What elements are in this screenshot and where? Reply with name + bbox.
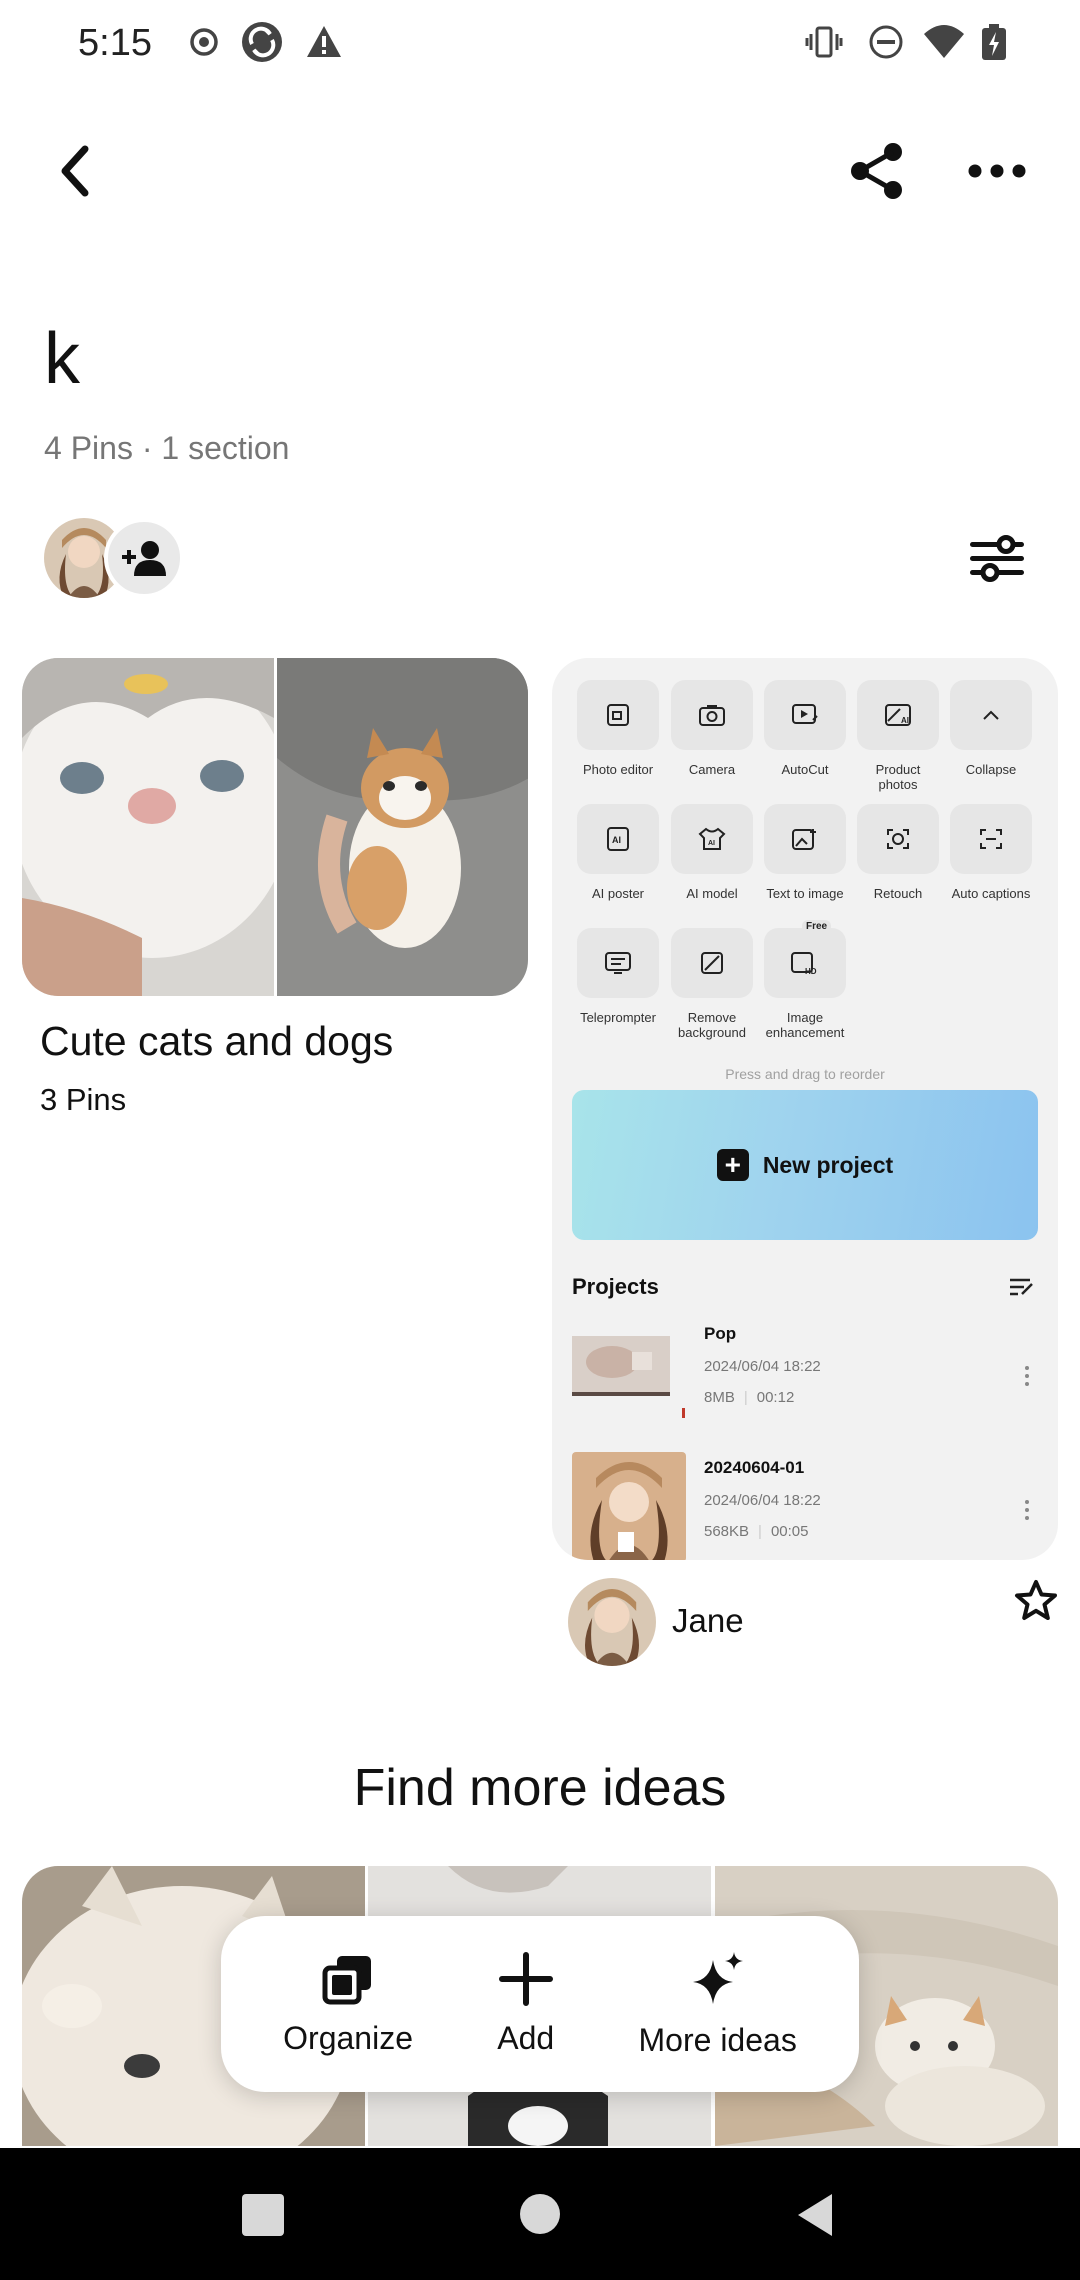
project-name: 20240604-01 (704, 1458, 805, 1477)
share-icon (851, 143, 902, 199)
reorder-hint: Press and drag to reorder (725, 1066, 885, 1082)
vibrate-icon (805, 26, 843, 58)
add-collaborator-button[interactable] (104, 518, 184, 598)
sliders-icon (970, 535, 1024, 582)
project-thumbnail (572, 1452, 686, 1560)
section-pin-count: 3 Pins (40, 1082, 127, 1117)
board-meta: 4 Pins · 1 section (44, 430, 290, 466)
cat-photo-1 (22, 658, 274, 996)
warning-icon (307, 26, 341, 57)
find-more-ideas-heading: Find more ideas (353, 1759, 727, 1817)
project-more-icon (1022, 1500, 1032, 1520)
sort-list-icon (1010, 1278, 1033, 1296)
tool-ai-model: AI AI model (670, 804, 754, 901)
chevron-up-icon (983, 710, 999, 720)
svg-text:AI: AI (708, 840, 715, 847)
sparkle-icon (692, 1951, 743, 2004)
home-button[interactable] (520, 2194, 560, 2234)
teleprompter-icon (605, 952, 631, 974)
status-bar: 5:15 (0, 0, 1080, 88)
retouch-icon (887, 829, 909, 849)
project-name: Pop (704, 1324, 737, 1343)
add-button[interactable]: Add (497, 1951, 554, 2057)
do-not-disturb-icon (869, 25, 903, 59)
tool-camera: Camera (670, 680, 754, 777)
svg-text:AI: AI (901, 716, 909, 725)
author-avatar[interactable] (568, 1578, 656, 1666)
author-name[interactable]: Jane (672, 1602, 744, 1640)
board-title: k (44, 319, 80, 399)
ai-poster-icon: AI (607, 827, 629, 851)
sync-app-icon (242, 22, 282, 62)
plus-icon: + (716, 1149, 749, 1181)
tool-text-to-image: Text to image (763, 804, 847, 901)
section-title[interactable]: Cute cats and dogs (40, 1018, 393, 1065)
camera-icon (699, 705, 725, 726)
ai-model-icon: AI (698, 827, 726, 850)
star-icon (1015, 1580, 1057, 1620)
back-nav-button[interactable] (794, 2192, 836, 2238)
record-icon (190, 28, 218, 56)
share-button[interactable] (832, 126, 922, 216)
image-enhancement-icon: HD (791, 952, 817, 976)
project-date: 2024/06/04 18:22 (704, 1492, 821, 1509)
tool-teleprompter: Teleprompter (576, 928, 660, 1025)
wifi-icon (924, 25, 964, 58)
back-button[interactable] (30, 126, 120, 216)
projects-heading: Projects (572, 1274, 659, 1299)
filter-button[interactable] (952, 514, 1042, 604)
svg-text:HD: HD (805, 967, 817, 976)
text-to-image-icon (792, 829, 816, 850)
free-badge: Free (802, 920, 832, 933)
svg-text:AI: AI (612, 835, 621, 845)
recents-button[interactable] (242, 2194, 284, 2236)
tool-auto-captions: Auto captions (949, 804, 1033, 901)
tool-remove-background: Remove background (670, 928, 754, 1040)
organize-button[interactable]: Organize (283, 1952, 413, 2057)
favorite-button[interactable] (992, 1556, 1080, 1644)
chevron-left-icon (61, 145, 89, 197)
photo-editor-icon (607, 704, 629, 726)
organize-icon (322, 1955, 372, 2004)
plus-icon (498, 1951, 553, 2006)
project-date: 2024/06/04 18:22 (704, 1358, 821, 1375)
tool-image-enhancement: Free HD Image enhancement (764, 920, 846, 1040)
project-thumbnail (572, 1332, 686, 1442)
more-options-button[interactable] (952, 126, 1042, 216)
system-navigation-bar (0, 2148, 1080, 2280)
more-horizontal-icon (968, 164, 1026, 178)
section-cover[interactable] (22, 658, 528, 996)
more-ideas-button[interactable]: More ideas (639, 1950, 797, 2059)
pin-card[interactable]: Photo editor Camera AutoCut AI Product p… (552, 658, 1058, 1560)
status-time: 5:15 (78, 22, 152, 64)
tool-product-photos: AI Product photos (856, 680, 940, 792)
product-photos-icon: AI (885, 704, 911, 726)
tool-collapse: Collapse (949, 680, 1033, 777)
add-person-icon (122, 541, 166, 576)
tool-autocut: AutoCut (763, 680, 847, 777)
remove-background-icon (701, 952, 723, 974)
tool-photo-editor: Photo editor (576, 680, 660, 777)
board-action-bar: Organize Add More ideas (221, 1916, 859, 2092)
project-size-duration: 568KB | 00:05 (704, 1523, 809, 1540)
tool-ai-poster: AI AI poster (576, 804, 660, 901)
battery-charging-icon (982, 24, 1006, 60)
project-size-duration: 8MB | 00:12 (704, 1389, 795, 1406)
auto-captions-icon (980, 829, 1002, 849)
cat-photo-2 (276, 658, 528, 996)
tool-retouch: Retouch (856, 804, 940, 901)
autocut-icon (792, 704, 818, 724)
project-more-icon (1022, 1366, 1032, 1386)
new-project-button: + New project (572, 1090, 1038, 1240)
